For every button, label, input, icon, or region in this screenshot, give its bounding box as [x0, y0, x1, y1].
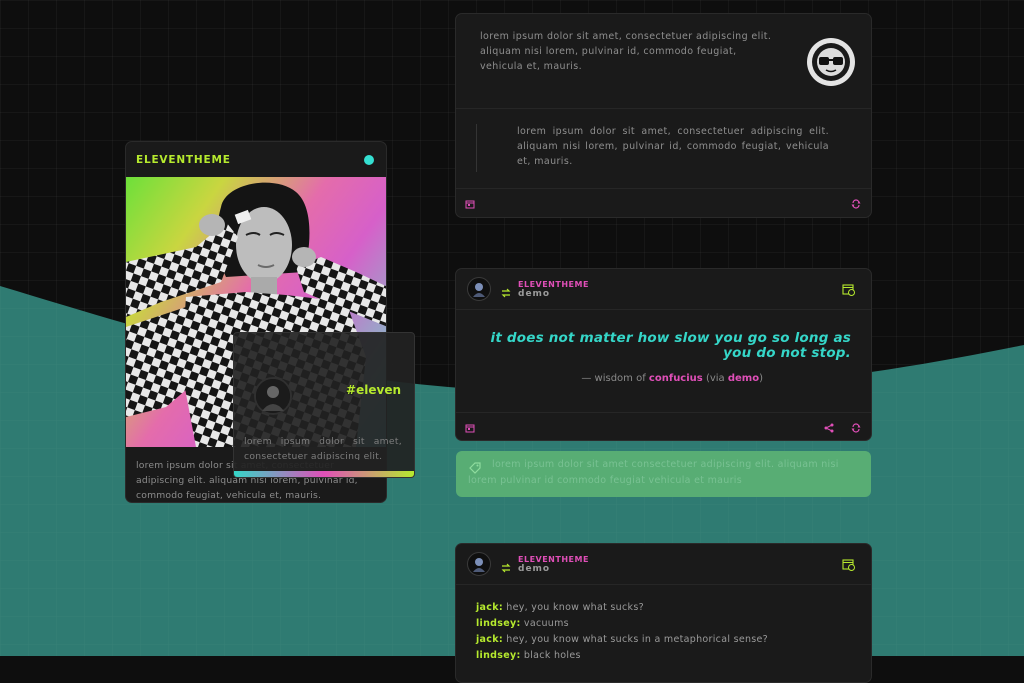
via-link[interactable]: demo	[728, 373, 759, 384]
quote-attribution: — wisdom of confucius (via demo)	[581, 373, 763, 384]
calendar-clock-icon[interactable]	[842, 281, 855, 300]
avatar[interactable]	[254, 377, 292, 415]
chat-speaker: jack:	[476, 634, 503, 645]
chat-line: jack: hey, you know what sucks?	[476, 600, 768, 616]
calendar-icon[interactable]	[465, 423, 475, 433]
tags-box: lorem ipsum dolor sit amet consectetuer …	[456, 451, 871, 497]
chat-log: jack: hey, you know what sucks? lindsey:…	[476, 600, 768, 664]
quote-author-link[interactable]: confucius	[649, 373, 703, 384]
attr-via-open: (via	[705, 373, 725, 384]
profile-header: ELEVENTHEME	[126, 142, 386, 177]
post-footer	[456, 188, 871, 217]
sunglasses-avatar-icon[interactable]	[807, 38, 855, 86]
calendar-icon[interactable]	[465, 199, 475, 209]
share-icon[interactable]	[824, 423, 834, 433]
reblog-icon	[501, 558, 511, 577]
reblog-header: ELEVENTHEME demo	[456, 269, 871, 310]
post-body: lorem ipsum dolor sit amet, consectetuer…	[480, 31, 772, 72]
post-chat: ELEVENTHEME demo jack: hey, you know wha…	[455, 543, 872, 683]
reblog-icon[interactable]	[851, 199, 861, 209]
reblog-icon[interactable]	[851, 423, 861, 433]
chat-line: jack: hey, you know what sucks in a meta…	[476, 632, 768, 648]
chat-text: vacuums	[523, 618, 569, 629]
quote-text: it does not matter how slow you go so lo…	[490, 330, 851, 361]
chat-text: hey, you know what sucks?	[506, 602, 644, 613]
source-name[interactable]: demo	[518, 289, 550, 299]
chat-text: hey, you know what sucks in a metaphoric…	[506, 634, 769, 645]
chat-line: lindsey: black holes	[476, 648, 768, 664]
calendar-clock-icon[interactable]	[842, 556, 855, 575]
blockquote: lorem ipsum dolor sit amet, consectetuer…	[476, 124, 829, 172]
hover-card-text: lorem ipsum dolor sit amet, consectetuer…	[244, 436, 402, 460]
post-footer	[456, 412, 871, 440]
avatar[interactable]	[467, 552, 491, 576]
source-name[interactable]: demo	[518, 564, 550, 574]
chat-speaker: lindsey:	[476, 618, 521, 629]
attr-close: )	[759, 373, 763, 384]
reblogger-name[interactable]: ELEVENTHEME	[518, 280, 589, 289]
gradient-bar	[234, 471, 414, 477]
attr-prefix: — wisdom of	[581, 373, 646, 384]
hashtag-label[interactable]: #eleven	[346, 383, 401, 397]
post-text: lorem ipsum dolor sit amet, consectetuer…	[455, 13, 872, 218]
hover-card: #eleven lorem ipsum dolor sit amet, cons…	[233, 332, 415, 478]
tags-list[interactable]: lorem ipsum dolor sit amet consectetuer …	[468, 457, 863, 489]
reblog-header: ELEVENTHEME demo	[456, 544, 871, 585]
reblogger-name[interactable]: ELEVENTHEME	[518, 555, 589, 564]
online-dot-icon	[364, 154, 374, 165]
post-quote: ELEVENTHEME demo it does not matter how …	[455, 268, 872, 441]
blog-title[interactable]: ELEVENTHEME	[136, 154, 231, 166]
chat-speaker: jack:	[476, 602, 503, 613]
avatar[interactable]	[467, 277, 491, 301]
divider	[456, 108, 871, 109]
chat-line: lindsey: vacuums	[476, 616, 768, 632]
reblog-icon	[501, 283, 511, 302]
